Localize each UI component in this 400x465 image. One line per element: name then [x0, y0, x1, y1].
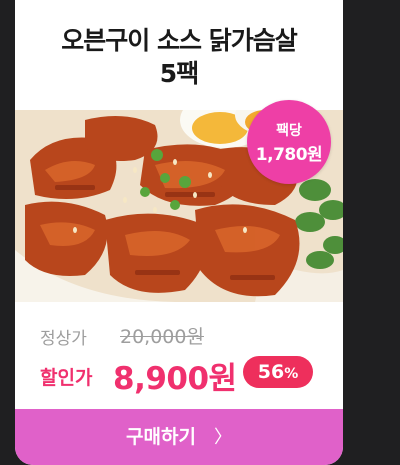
- product-title-line1: 오븐구이 소스 닭가슴살: [61, 26, 297, 55]
- pack-badge-price: 1,780원: [255, 145, 323, 165]
- discount-unit: %: [284, 366, 299, 382]
- discount-badge: 56%: [243, 356, 313, 388]
- buy-button[interactable]: 구매하기 〉: [15, 409, 343, 465]
- buy-button-label: 구매하기: [126, 426, 196, 448]
- sale-price: 8,900원: [113, 361, 237, 397]
- sale-price-label: 할인가: [40, 367, 93, 389]
- price-per-pack-badge: 팩당 1,780원: [247, 100, 331, 184]
- chevron-right-icon: 〉: [213, 427, 232, 448]
- discount-value: 56: [257, 361, 285, 383]
- regular-price: 20,000원: [120, 326, 204, 348]
- pack-badge-label: 팩당: [276, 123, 302, 139]
- product-title: 오븐구이 소스 닭가슴살 5팩: [15, 24, 343, 90]
- product-card[interactable]: 오븐구이 소스 닭가슴살 5팩 정상가 20,000원 할인가 8,900원 5…: [15, 0, 343, 465]
- regular-price-label: 정상가: [40, 329, 87, 349]
- product-title-line2: 5팩: [159, 59, 199, 88]
